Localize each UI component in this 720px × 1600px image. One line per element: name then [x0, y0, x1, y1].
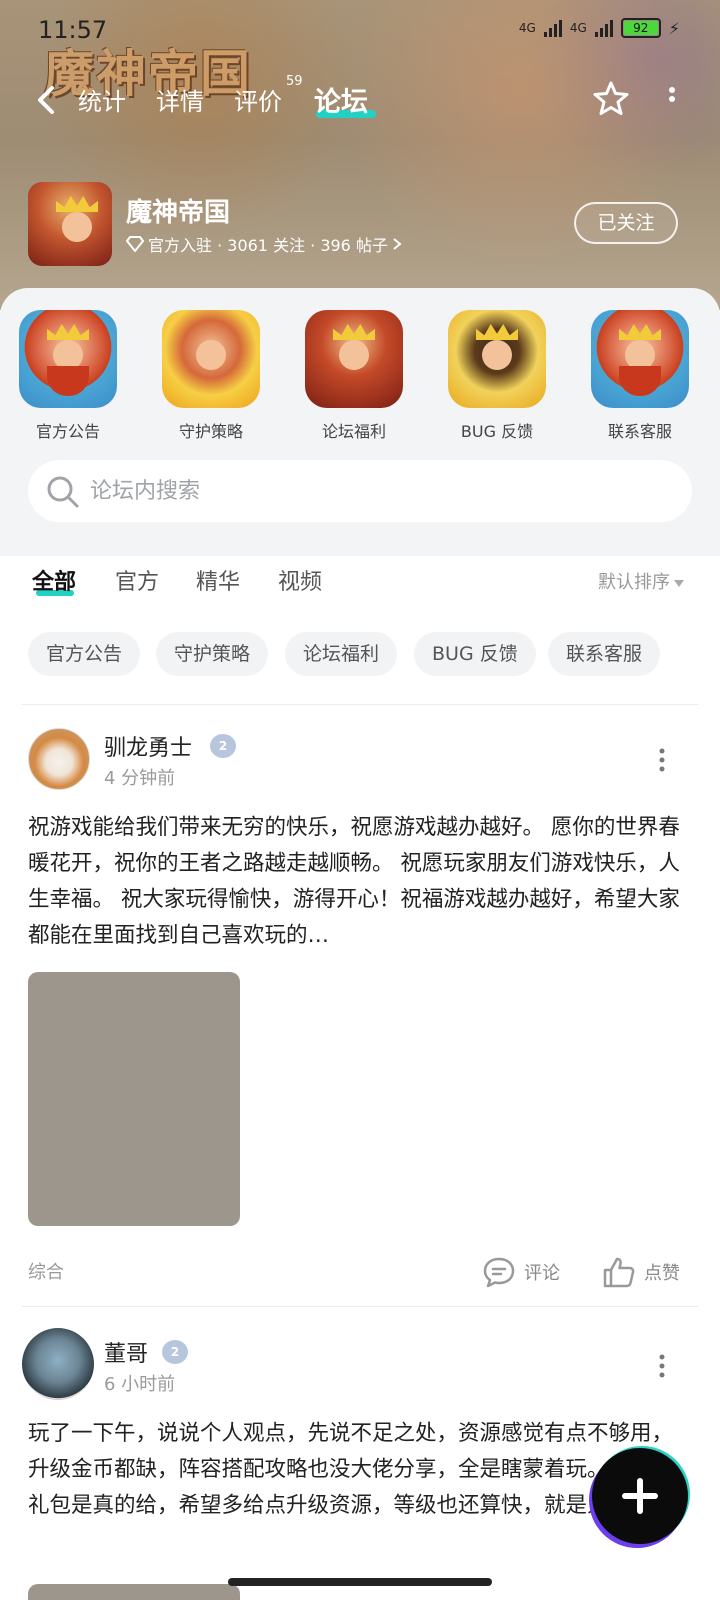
- shortcut-bug-report[interactable]: BUG 反馈: [437, 310, 557, 442]
- comment-button[interactable]: 评论: [482, 1252, 560, 1292]
- network-label-1: 4G: [518, 21, 536, 35]
- more-options-icon[interactable]: [658, 748, 666, 772]
- home-indicator[interactable]: [228, 1578, 492, 1586]
- game-app-icon[interactable]: [28, 182, 112, 266]
- avatar[interactable]: [22, 1328, 94, 1400]
- post-card[interactable]: 驯龙勇士 2 4 分钟前 祝游戏能给我们带来无穷的快乐，祝愿游戏越办越好。 愿你…: [0, 728, 720, 1308]
- category-chips: 官方公告 守护策略 论坛福利 BUG 反馈 联系客服: [28, 632, 708, 676]
- warrior-portrait-icon: [162, 310, 260, 408]
- post-time: 6 小时前: [104, 1374, 176, 1395]
- more-options-icon[interactable]: [658, 1354, 666, 1378]
- shortcut-label: 守护策略: [178, 422, 243, 441]
- post-image[interactable]: [28, 1584, 240, 1600]
- forum-search-bar[interactable]: [28, 460, 692, 522]
- shortcut-customer-service[interactable]: 联系客服: [580, 310, 700, 442]
- charging-icon: ⚡: [668, 18, 680, 38]
- like-button[interactable]: 点赞: [602, 1252, 680, 1292]
- top-nav: 统计 详情 评价 59 论坛: [0, 74, 720, 130]
- post-footer: 综合 评论 点赞: [28, 1252, 692, 1292]
- tab-reviews[interactable]: 评价: [234, 82, 282, 117]
- comment-label: 评论: [524, 1263, 560, 1284]
- shortcut-label: 论坛福利: [321, 422, 386, 441]
- post-body: 祝游戏能给我们带来无穷的快乐，祝愿游戏越办越好。 愿你的世界春暖花开，祝你的王者…: [28, 815, 680, 948]
- search-input[interactable]: [90, 460, 670, 522]
- tab-details[interactable]: 详情: [156, 82, 204, 117]
- king-portrait-icon: [19, 310, 117, 408]
- status-indicators: 4G 4G 92 ⚡: [519, 18, 680, 38]
- create-post-button[interactable]: [592, 1448, 688, 1544]
- chevron-right-icon: [393, 238, 402, 250]
- post-image[interactable]: [28, 972, 240, 1226]
- level-badge: 2: [162, 1340, 188, 1364]
- avatar[interactable]: [28, 728, 90, 790]
- shortcut-strategy[interactable]: 守护策略: [151, 310, 271, 442]
- chip-customer-service[interactable]: 联系客服: [548, 632, 661, 676]
- filter-video[interactable]: 视频: [278, 564, 322, 596]
- like-label: 点赞: [644, 1263, 680, 1284]
- status-bar: 11:57 4G 4G 92 ⚡: [0, 0, 720, 60]
- comment-icon: [483, 1257, 515, 1288]
- tab-forum[interactable]: 论坛: [314, 80, 368, 119]
- thumbs-up-icon: [603, 1257, 635, 1288]
- back-arrow-icon[interactable]: [32, 84, 60, 116]
- battery-level: 92: [623, 21, 658, 35]
- divider: [22, 704, 698, 705]
- game-info: 魔神帝国 官方入驻 · 3061 关注 · 396 帖子 已关注: [28, 182, 708, 268]
- post-author[interactable]: 董哥: [104, 1336, 148, 1368]
- filter-featured[interactable]: 精华: [196, 564, 240, 596]
- post-category: 综合: [28, 1262, 64, 1283]
- plus-icon: [637, 1478, 643, 1514]
- more-options-icon[interactable]: [664, 86, 680, 112]
- header-banner: 魔神帝国 11:57 4G 4G 92 ⚡ 统计 详情 评价 59 论坛 魔神帝…: [0, 0, 720, 310]
- diamond-verified-icon: [126, 236, 144, 252]
- general-portrait-icon: [448, 310, 546, 408]
- chip-strategy[interactable]: 守护策略: [156, 632, 269, 676]
- shortcut-label: 联系客服: [607, 422, 672, 441]
- shortcut-label: 官方公告: [35, 422, 100, 441]
- forum-shortcut-panel: 官方公告 守护策略 论坛福利 BUG 反馈 联系客服: [0, 288, 720, 556]
- network-label-2: 4G: [569, 21, 587, 35]
- signal-icon: [543, 19, 562, 37]
- battery-icon: 92: [620, 18, 661, 38]
- game-hero-icon: [305, 310, 403, 408]
- chip-announcements[interactable]: 官方公告: [28, 632, 141, 676]
- post-body: 玩了一下午，说说个人观点，先说不足之处，资源感觉有点不够用，升级金币都缺，阵容搭…: [28, 1421, 674, 1518]
- tab-stats[interactable]: 统计: [78, 82, 126, 117]
- filter-all[interactable]: 全部: [32, 564, 76, 596]
- reviews-count-badge: 59: [286, 74, 303, 89]
- search-icon: [47, 476, 79, 508]
- caret-down-icon: [674, 579, 684, 587]
- king-portrait-icon: [591, 310, 689, 408]
- sort-label: 默认排序: [598, 572, 670, 593]
- signal-icon: [594, 19, 613, 37]
- feed-filter-tabs: 全部 官方 精华 视频 默认排序: [0, 556, 720, 616]
- star-favorite-icon[interactable]: [592, 80, 630, 118]
- chip-bug-report[interactable]: BUG 反馈: [414, 632, 536, 676]
- game-meta-link[interactable]: 官方入驻 · 3061 关注 · 396 帖子: [126, 232, 402, 256]
- divider: [22, 1306, 698, 1307]
- shortcut-announcements[interactable]: 官方公告: [8, 310, 128, 442]
- filter-official[interactable]: 官方: [115, 564, 159, 596]
- sort-dropdown[interactable]: 默认排序: [598, 568, 684, 594]
- level-badge: 2: [210, 734, 236, 758]
- post-time: 4 分钟前: [104, 768, 176, 789]
- game-title: 魔神帝国: [126, 198, 231, 228]
- shortcut-label: BUG 反馈: [460, 422, 534, 441]
- status-time: 11:57: [38, 16, 108, 44]
- shortcut-benefits[interactable]: 论坛福利: [294, 310, 414, 442]
- follow-button[interactable]: 已关注: [574, 202, 678, 244]
- chip-benefits[interactable]: 论坛福利: [285, 632, 398, 676]
- post-author[interactable]: 驯龙勇士: [104, 730, 192, 762]
- game-meta-text: 官方入驻 · 3061 关注 · 396 帖子: [148, 236, 388, 255]
